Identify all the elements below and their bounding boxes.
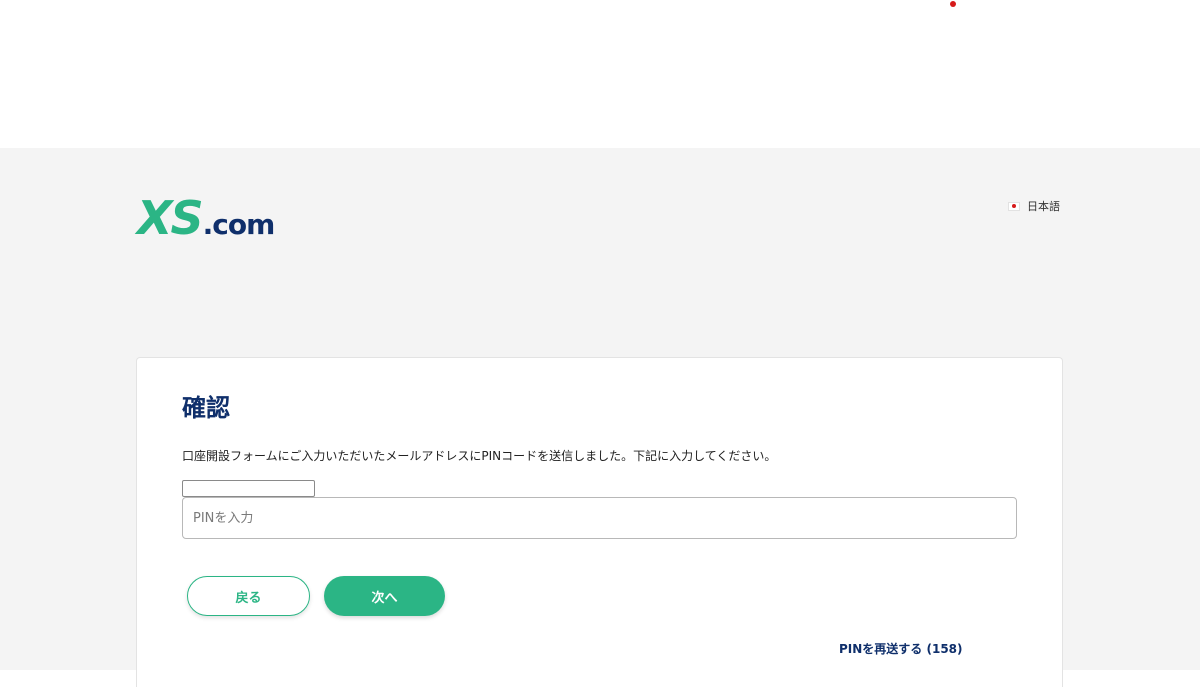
language-label: 日本語 bbox=[1027, 200, 1060, 213]
logo-suffix-text: .com bbox=[202, 208, 276, 241]
next-button[interactable]: 次へ bbox=[324, 576, 445, 616]
japan-flag-icon bbox=[1008, 201, 1020, 211]
confirmation-card: 確認 口座開設フォームにご入力いただいたメールアドレスにPINコードを送信しまし… bbox=[136, 357, 1063, 687]
page-background: XS .com 日本語 確認 口座開設フォームにご入力いただいたメールアドレスに… bbox=[0, 148, 1200, 687]
back-button[interactable]: 戻る bbox=[187, 576, 310, 616]
card-title: 確認 bbox=[182, 394, 230, 422]
top-blank-area bbox=[0, 0, 1200, 148]
logo-primary-text: XS bbox=[137, 191, 204, 245]
xs-logo[interactable]: XS .com bbox=[137, 191, 276, 245]
pin-field-label-box bbox=[182, 480, 315, 497]
pin-input[interactable] bbox=[182, 497, 1017, 539]
card-description: 口座開設フォームにご入力いただいたメールアドレスにPINコードを送信しました。下… bbox=[182, 449, 777, 463]
resend-pin-link[interactable]: PINを再送する (158) bbox=[839, 640, 963, 657]
language-selector[interactable]: 日本語 bbox=[1008, 198, 1060, 214]
red-dot-indicator bbox=[950, 1, 956, 7]
